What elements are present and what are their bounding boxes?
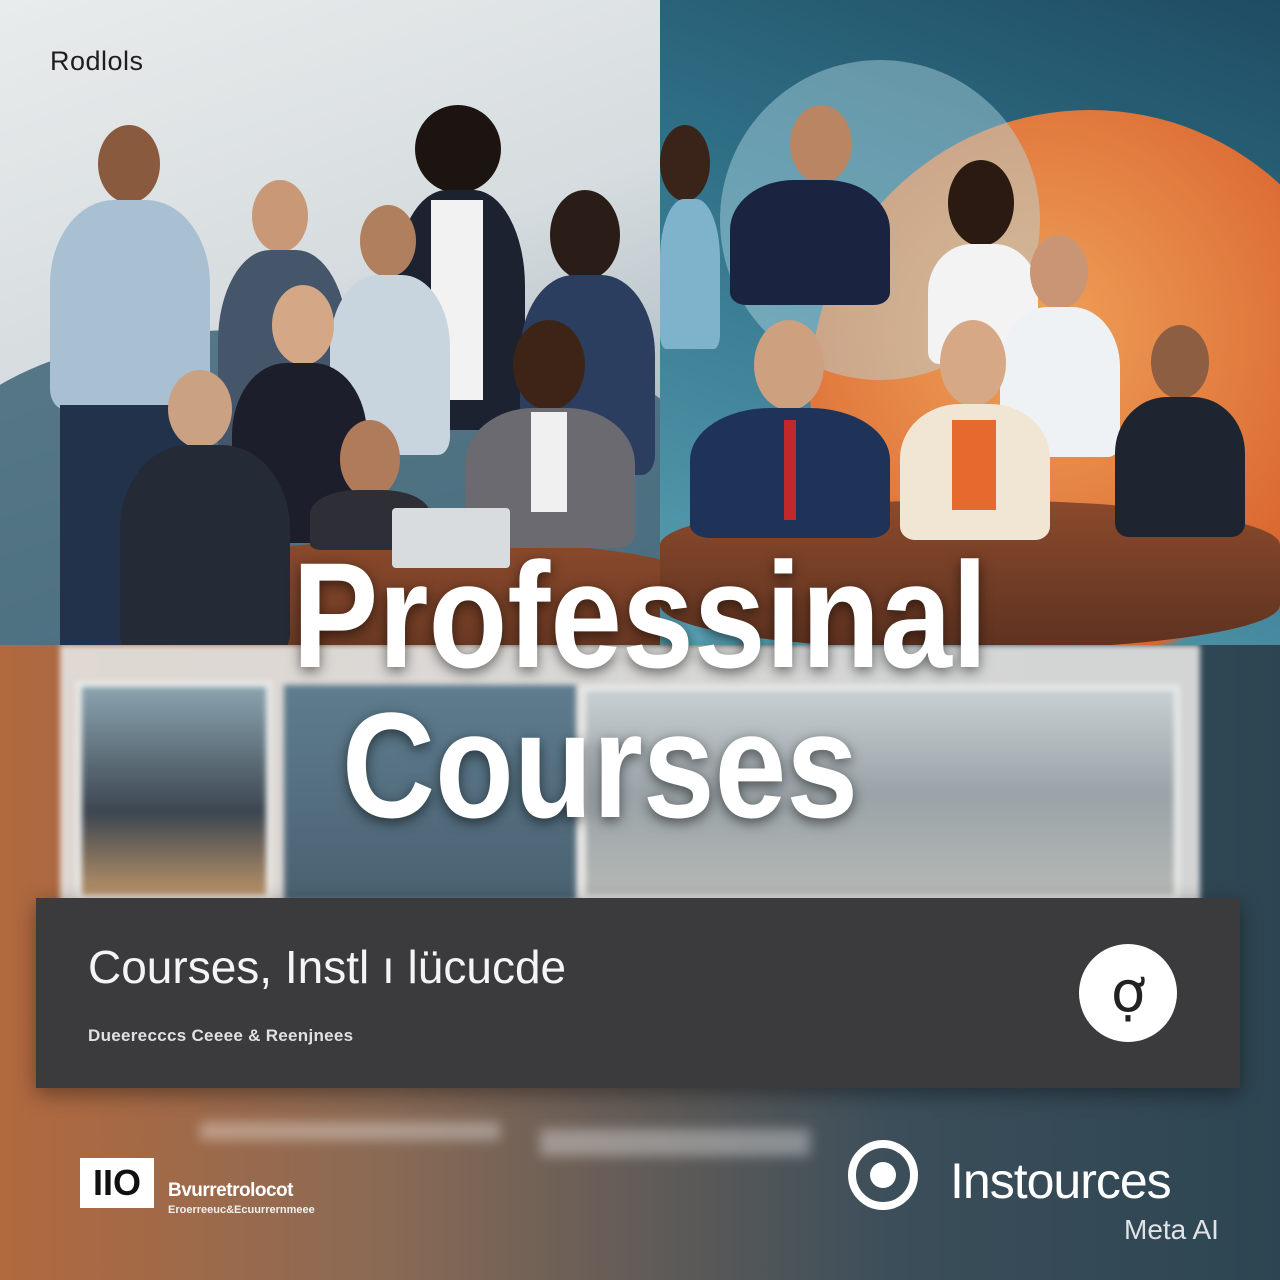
footer-brand-name: Instources (950, 1153, 1172, 1209)
blurred-background-text: ▬▬▬▬▬ (200, 1086, 500, 1153)
top-corner-label: Rodlols (50, 46, 144, 76)
brand-ring-icon (848, 1140, 918, 1210)
person-figure (465, 320, 635, 548)
banner-subtitle: Dueerecccs Ceeee & Reenjnees (88, 1026, 354, 1045)
blurred-background-text: ▬▬▬ (540, 1076, 810, 1176)
footer-organization-name: Bvurretrolocot (168, 1180, 293, 1201)
watermark: Meta AI (1124, 1214, 1219, 1245)
footer-organization-subtext: Eroerreeuc&Ecuurrernmeee (168, 1204, 315, 1216)
person-figure (730, 105, 890, 305)
headline-line-1: Professinal (292, 531, 988, 699)
headline-line-2: Courses (341, 681, 859, 849)
person-figure (1115, 325, 1245, 537)
banner-title: Courses, Instl ı lücucde (88, 941, 567, 993)
footer-badge: IIO (80, 1158, 154, 1208)
person-figure (690, 320, 890, 540)
person-figure (900, 320, 1050, 540)
info-banner: Courses, Instl ı lücucde Dueerecccs Ceee… (36, 898, 1240, 1088)
person-figure (660, 125, 720, 349)
banner-logo-icon: ợ (1079, 944, 1177, 1042)
